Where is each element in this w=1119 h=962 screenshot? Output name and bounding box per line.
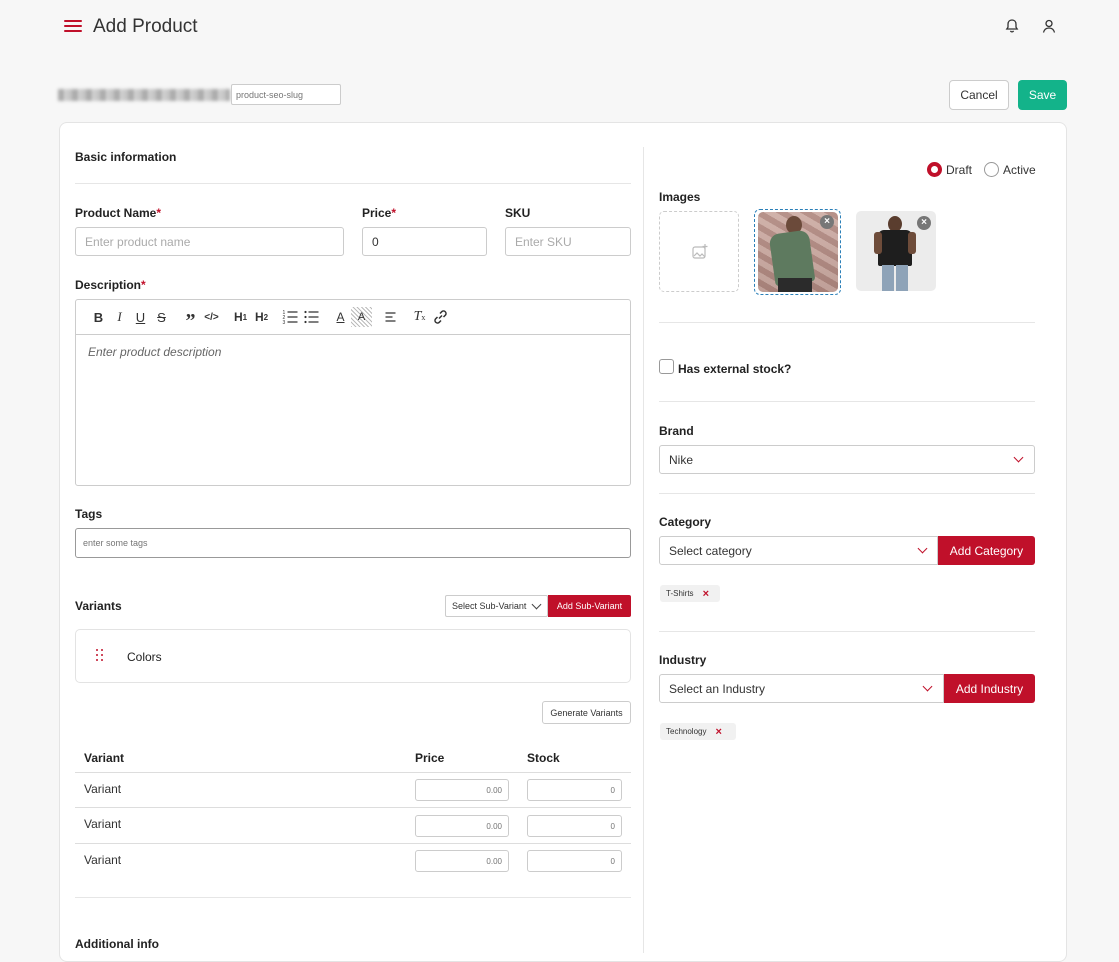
brand-select[interactable]: Nike [659, 445, 1035, 474]
heading1-button[interactable]: H1 [230, 307, 251, 327]
sku-label: SKU [505, 206, 531, 220]
cancel-button[interactable]: Cancel [949, 80, 1009, 110]
add-industry-button[interactable]: Add Industry [944, 674, 1035, 703]
industry-label: Industry [659, 653, 707, 667]
category-chip: T-Shirts × [660, 585, 720, 602]
industry-select[interactable]: Select an Industry [659, 674, 944, 703]
price-label: Price* [362, 206, 397, 220]
close-icon[interactable]: × [715, 726, 721, 738]
page-title: Add Product [93, 16, 198, 37]
status-active-label: Active [1003, 163, 1036, 177]
close-icon[interactable]: × [703, 588, 709, 600]
top-bar: Add Product [0, 0, 1119, 56]
blockquote-button[interactable]: ” [180, 307, 201, 332]
variant-row-name: Variant [84, 817, 122, 831]
select-sub-variant[interactable]: Select Sub-Variant [445, 595, 548, 617]
tags-input[interactable] [75, 528, 631, 558]
add-category-button[interactable]: Add Category [938, 536, 1035, 565]
bold-button[interactable]: B [88, 307, 109, 327]
variant-group: Colors [75, 629, 631, 683]
product-name-input[interactable] [75, 227, 344, 256]
category-label: Category [659, 515, 712, 529]
redacted-url-prefix [58, 89, 230, 101]
column-divider [643, 147, 644, 953]
variant-row-name: Variant [84, 782, 122, 796]
product-image-1[interactable]: × [758, 212, 838, 292]
brand-label: Brand [659, 424, 694, 438]
external-stock-label: Has external stock? [678, 362, 792, 376]
editor-toolbar: B I U S ” </> H1 H2 123 A A Tx [76, 300, 630, 335]
variant-group-name: Colors [127, 650, 162, 664]
col-stock: Stock [527, 751, 560, 765]
variant-price-input[interactable] [415, 779, 509, 801]
sku-input[interactable] [505, 227, 631, 256]
variant-row-name: Variant [84, 853, 122, 867]
editor-placeholder: Enter product description [88, 345, 222, 359]
variant-stock-input[interactable] [527, 815, 622, 837]
chevron-down-icon [922, 681, 933, 692]
col-price: Price [415, 751, 445, 765]
menu-icon[interactable] [64, 20, 82, 34]
variant-price-input[interactable] [415, 850, 509, 872]
generate-variants-button[interactable]: Generate Variants [542, 701, 631, 724]
strikethrough-button[interactable]: S [151, 307, 172, 327]
variants-title: Variants [75, 599, 122, 613]
italic-button[interactable]: I [109, 307, 130, 327]
category-placeholder: Select category [669, 543, 752, 558]
ordered-list-icon[interactable]: 123 [280, 307, 301, 327]
divider [75, 183, 631, 184]
slug-input[interactable] [231, 84, 341, 105]
bell-icon[interactable] [1004, 18, 1020, 34]
chevron-down-icon [531, 599, 542, 610]
description-editor[interactable]: B I U S ” </> H1 H2 123 A A Tx Enter pro… [75, 299, 631, 486]
status-draft-radio[interactable] [927, 162, 942, 177]
user-icon[interactable] [1041, 18, 1057, 34]
col-variant: Variant [84, 751, 125, 765]
image-add-icon [692, 244, 708, 259]
images-label: Images [659, 190, 701, 204]
status-draft-label: Draft [946, 163, 973, 177]
image-upload-dropzone[interactable] [659, 211, 739, 292]
variant-stock-input[interactable] [527, 779, 622, 801]
product-name-label: Product Name* [75, 206, 162, 220]
code-button[interactable]: </> [201, 307, 222, 327]
slug-row [58, 84, 358, 106]
align-icon[interactable] [380, 307, 401, 327]
product-image-2[interactable]: × [856, 211, 936, 291]
additional-info-title: Additional info [75, 937, 159, 951]
link-icon[interactable] [430, 307, 451, 327]
industry-chip-label: Technology [666, 727, 707, 736]
category-chip-label: T-Shirts [666, 589, 694, 598]
bullet-list-icon[interactable] [301, 307, 322, 327]
variant-price-input[interactable] [415, 815, 509, 837]
variant-stock-input[interactable] [527, 850, 622, 872]
save-button[interactable]: Save [1018, 80, 1067, 110]
description-label: Description* [75, 278, 146, 292]
status-active-radio[interactable] [984, 162, 999, 177]
clear-format-button[interactable]: Tx [409, 307, 430, 327]
close-icon[interactable]: × [917, 216, 931, 230]
heading2-button[interactable]: H2 [251, 307, 272, 327]
text-color-button[interactable]: A [330, 307, 351, 327]
chevron-down-icon [1013, 452, 1024, 463]
external-stock-checkbox[interactable] [659, 359, 674, 374]
select-sub-variant-label: Select Sub-Variant [452, 601, 527, 611]
price-input[interactable] [362, 227, 487, 256]
industry-chip: Technology × [660, 723, 736, 740]
drag-handle-icon[interactable] [95, 648, 105, 662]
category-select[interactable]: Select category [659, 536, 938, 565]
add-sub-variant-button[interactable]: Add Sub-Variant [548, 595, 631, 617]
highlight-button[interactable]: A [351, 307, 372, 327]
tags-label: Tags [75, 507, 103, 521]
industry-placeholder: Select an Industry [669, 681, 766, 696]
chevron-down-icon [917, 543, 928, 554]
close-icon[interactable]: × [820, 215, 834, 229]
basic-info-title: Basic information [75, 150, 177, 164]
svg-text:3: 3 [283, 320, 286, 326]
underline-button[interactable]: U [130, 307, 151, 327]
brand-value: Nike [669, 452, 694, 467]
